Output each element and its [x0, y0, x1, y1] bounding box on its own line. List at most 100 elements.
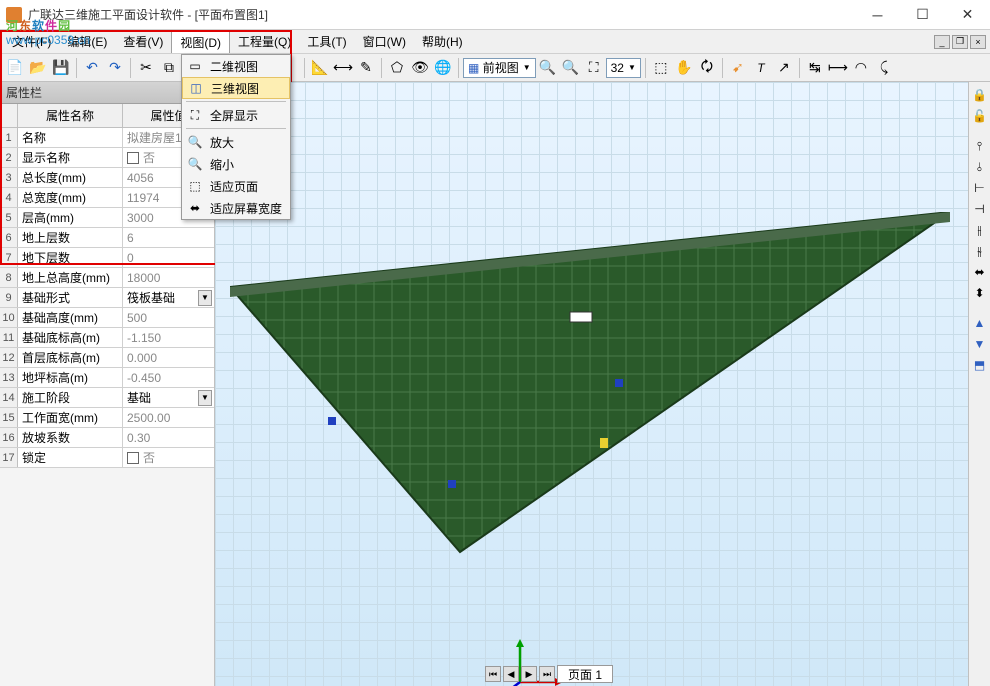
maximize-button[interactable]: ☐ [900, 0, 945, 29]
building-model[interactable] [230, 212, 950, 572]
sheet-tab-1[interactable]: 页面 1 [557, 665, 613, 683]
property-value[interactable]: 18000 [123, 268, 214, 287]
checkbox[interactable] [127, 152, 139, 164]
property-name: 首层底标高(m) [18, 348, 123, 367]
zoom-combo[interactable]: 32▼ [606, 58, 641, 78]
property-row[interactable]: 15工作面宽(mm)2500.00 [0, 408, 214, 428]
dimension-icon[interactable]: ⟷ [332, 57, 354, 79]
rotate-icon[interactable]: 🗘 [696, 57, 718, 79]
property-row[interactable]: 13地坪标高(m)-0.450 [0, 368, 214, 388]
menu-help[interactable]: 帮助(H) [414, 31, 471, 53]
property-row[interactable]: 8地上总高度(mm)18000 [0, 268, 214, 288]
mdi-minimize[interactable]: _ [934, 35, 950, 49]
menu-3d-view[interactable]: ◫三维视图 [182, 77, 290, 99]
row-number: 9 [0, 288, 18, 307]
arrow-icon[interactable]: ↹ [804, 57, 826, 79]
property-name: 显示名称 [18, 148, 123, 167]
pan-icon[interactable]: ✋ [673, 57, 695, 79]
menu-view[interactable]: 视图(D) [171, 31, 230, 53]
tool-icon[interactable]: ✎ [355, 57, 377, 79]
copy-icon[interactable]: ⧉ [158, 57, 180, 79]
line-icon[interactable]: ↗ [773, 57, 795, 79]
text-icon[interactable]: T [750, 57, 772, 79]
property-row[interactable]: 9基础形式筏板基础▼ [0, 288, 214, 308]
menu-fit-width[interactable]: ⬌适应屏幕宽度 [182, 197, 290, 219]
checkbox[interactable] [127, 452, 139, 464]
dim-h-icon[interactable]: ⟼ [827, 57, 849, 79]
property-row[interactable]: 6地上层数6 [0, 228, 214, 248]
redo-icon[interactable]: ↷ [104, 57, 126, 79]
property-value[interactable]: 0.30 [123, 428, 214, 447]
open-icon[interactable]: 📂 [27, 57, 49, 79]
property-row[interactable]: 17锁定否 [0, 448, 214, 468]
property-row[interactable]: 11基础底标高(m)-1.150 [0, 328, 214, 348]
zoom-in-icon[interactable]: 🔍 [537, 57, 559, 79]
property-value[interactable]: 基础▼ [123, 388, 214, 407]
arc-icon[interactable]: ◠ [850, 57, 872, 79]
globe-icon[interactable]: 🌐 [432, 57, 454, 79]
tab-next[interactable]: ▶ [521, 666, 537, 682]
property-value[interactable]: 2500.00 [123, 408, 214, 427]
property-value[interactable]: 500 [123, 308, 214, 327]
align-top-icon[interactable]: ⫯ [971, 137, 989, 155]
property-value[interactable]: -0.450 [123, 368, 214, 387]
property-row[interactable]: 16放坡系数0.30 [0, 428, 214, 448]
mdi-close[interactable]: × [970, 35, 986, 49]
minimize-button[interactable]: ─ [855, 0, 900, 29]
dropdown-arrow-icon[interactable]: ▼ [198, 390, 212, 406]
align-right-icon[interactable]: ⊣ [971, 200, 989, 218]
cut-icon[interactable]: ✂ [135, 57, 157, 79]
menu-quantity[interactable]: 工程量(Q) [230, 31, 299, 53]
menu-2d-view[interactable]: ▭二维视图 [182, 55, 290, 77]
dropdown-arrow-icon[interactable]: ▼ [198, 290, 212, 306]
3d-viewport[interactable]: ⏮ ◀ ▶ ⏭ 页面 1 [215, 82, 968, 686]
main-toolbar: 📄 📂 💾 ↶ ↷ ✂ ⧉ 📋 📐 ⟷ ✎ ⬠ 👁 🌐 ▦ 前视图▼ 🔍 🔍 ⛶… [0, 54, 990, 82]
property-value[interactable]: 筏板基础▼ [123, 288, 214, 307]
tab-prev[interactable]: ◀ [503, 666, 519, 682]
save-icon[interactable]: 💾 [50, 57, 72, 79]
distribute-h-icon[interactable]: ⬌ [971, 263, 989, 281]
menu-tools[interactable]: 工具(T) [299, 31, 354, 53]
property-value[interactable]: 0 [123, 248, 214, 267]
property-name: 基础形式 [18, 288, 123, 307]
measure-icon[interactable]: 📐 [309, 57, 331, 79]
pointer-icon[interactable]: ➹ [727, 57, 749, 79]
menu-view-verb[interactable]: 查看(V) [115, 31, 171, 53]
lock-icon[interactable]: 🔒 [971, 86, 989, 104]
property-row[interactable]: 10基础高度(mm)500 [0, 308, 214, 328]
property-row[interactable]: 7地下层数0 [0, 248, 214, 268]
mdi-restore[interactable]: ❐ [952, 35, 968, 49]
view-icon[interactable]: 👁 [409, 57, 431, 79]
tab-last[interactable]: ⏭ [539, 666, 555, 682]
undo-icon[interactable]: ↶ [81, 57, 103, 79]
unlock-icon[interactable]: 🔓 [971, 107, 989, 125]
property-value[interactable]: -1.150 [123, 328, 214, 347]
menu-zoom-out[interactable]: 🔍缩小 [182, 153, 290, 175]
property-value[interactable]: 6 [123, 228, 214, 247]
select-icon[interactable]: ⬚ [650, 57, 672, 79]
menu-window[interactable]: 窗口(W) [355, 31, 414, 53]
view-combo[interactable]: ▦ 前视图▼ [463, 58, 536, 78]
zoom-fit-icon[interactable]: ⛶ [583, 57, 605, 79]
distribute-v-icon[interactable]: ⬍ [971, 284, 989, 302]
bring-front-icon[interactable]: ▲ [971, 314, 989, 332]
align-center-h-icon[interactable]: ⫲ [971, 221, 989, 239]
new-icon[interactable]: 📄 [4, 57, 26, 79]
align-bottom-icon[interactable]: ⫰ [971, 158, 989, 176]
tab-first[interactable]: ⏮ [485, 666, 501, 682]
menu-fit-page[interactable]: ⬚适应页面 [182, 175, 290, 197]
shape-icon[interactable]: ⬠ [386, 57, 408, 79]
send-back-icon[interactable]: ▼ [971, 335, 989, 353]
close-button[interactable]: ✕ [945, 0, 990, 29]
menu-fullscreen[interactable]: ⛶全屏显示 [182, 104, 290, 126]
property-row[interactable]: 12首层底标高(m)0.000 [0, 348, 214, 368]
property-value[interactable]: 否 [123, 448, 214, 467]
menu-zoom-in[interactable]: 🔍放大 [182, 131, 290, 153]
group-icon[interactable]: ⬒ [971, 356, 989, 374]
property-row[interactable]: 14施工阶段基础▼ [0, 388, 214, 408]
property-value[interactable]: 0.000 [123, 348, 214, 367]
align-left-icon[interactable]: ⊢ [971, 179, 989, 197]
zoom-out-icon[interactable]: 🔍 [560, 57, 582, 79]
align-center-v-icon[interactable]: ⫳ [971, 242, 989, 260]
leader-icon[interactable]: ⤹ [873, 57, 895, 79]
